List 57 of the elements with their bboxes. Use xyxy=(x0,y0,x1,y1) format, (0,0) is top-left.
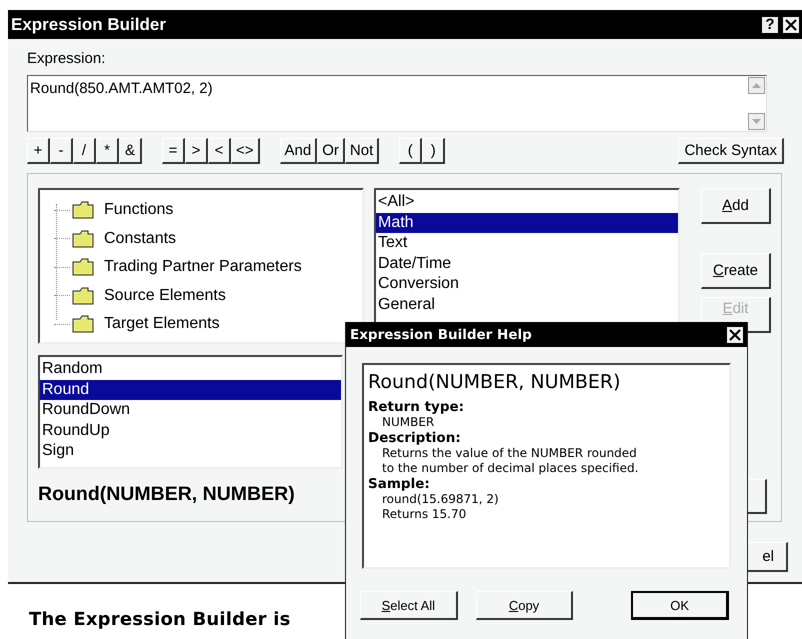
folder-icon xyxy=(72,201,94,220)
folder-icon xyxy=(72,230,94,248)
operator-button[interactable]: < xyxy=(208,138,231,164)
caption-text: The Expression Builder is xyxy=(29,609,290,630)
list-item[interactable]: Conversion xyxy=(376,274,678,294)
operator-button[interactable]: ) xyxy=(422,138,446,164)
operator-button[interactable]: / xyxy=(73,138,96,164)
operator-button[interactable]: = xyxy=(162,138,185,164)
list-item[interactable]: <All> xyxy=(376,192,678,212)
window-title: Expression Builder Help xyxy=(350,326,532,342)
dialog-button[interactable]: Add xyxy=(701,188,771,224)
function-signature: Round(NUMBER, NUMBER) xyxy=(38,483,296,506)
list-item[interactable]: Text xyxy=(376,233,678,254)
operator-button[interactable]: + xyxy=(27,138,50,164)
section-label: Sample: xyxy=(368,476,431,492)
field-label: Expression: xyxy=(27,50,106,68)
close-icon[interactable] xyxy=(726,326,744,344)
tree-item[interactable]: Constants xyxy=(104,230,176,248)
list-item[interactable]: Random xyxy=(40,359,341,380)
section-text: Returns 15.70 xyxy=(381,507,468,522)
operator-button[interactable]: > xyxy=(185,138,208,164)
help-heading: Round(NUMBER, NUMBER) xyxy=(368,371,622,393)
folder-icon xyxy=(72,286,94,305)
dialog-button[interactable]: OK xyxy=(631,591,730,620)
list-item[interactable]: RoundDown xyxy=(40,400,341,420)
section-text: NUMBER xyxy=(381,415,436,430)
operator-button[interactable]: - xyxy=(50,138,73,164)
list-item[interactable]: RoundUp xyxy=(40,420,341,441)
help-button[interactable]: ? xyxy=(761,16,779,34)
operator-button[interactable]: Not xyxy=(344,138,380,164)
description-text: Returns the value of the NUMBER rounded to the number of decimal places specified. xyxy=(381,446,640,476)
folder-icon xyxy=(72,258,94,276)
dialog-button[interactable]: Copy xyxy=(476,591,574,620)
dialog-button[interactable]: Create xyxy=(701,253,771,289)
operator-button[interactable]: * xyxy=(96,138,119,164)
list-item[interactable]: General xyxy=(376,294,678,315)
tree-item[interactable]: Target Elements xyxy=(104,315,220,334)
check-syntax-button[interactable]: Check Syntax xyxy=(678,138,784,164)
close-icon[interactable] xyxy=(782,16,800,34)
tree-item[interactable]: Trading Partner Parameters xyxy=(104,258,302,276)
operator-button[interactable]: & xyxy=(119,138,142,164)
section-text: round(15.69871, 2) xyxy=(381,492,500,507)
tree-item[interactable]: Functions xyxy=(104,201,174,220)
list-item[interactable]: Sign xyxy=(40,441,341,462)
operator-button[interactable]: <> xyxy=(231,138,260,164)
list-item[interactable]: Date/Time xyxy=(376,254,678,274)
operator-button[interactable]: ( xyxy=(399,138,422,164)
window-title: Expression Builder xyxy=(11,14,166,34)
list-item[interactable]: Math xyxy=(376,212,678,233)
operator-button[interactable]: Or xyxy=(317,138,345,164)
list-item[interactable]: Round xyxy=(40,380,341,400)
section-label: Return type: xyxy=(368,399,466,415)
operator-button[interactable]: And xyxy=(280,138,318,164)
folder-icon xyxy=(72,315,94,334)
dialog-button[interactable]: Select All xyxy=(360,591,458,620)
tree-item[interactable]: Source Elements xyxy=(104,286,226,305)
section-label: Description: xyxy=(368,430,462,446)
